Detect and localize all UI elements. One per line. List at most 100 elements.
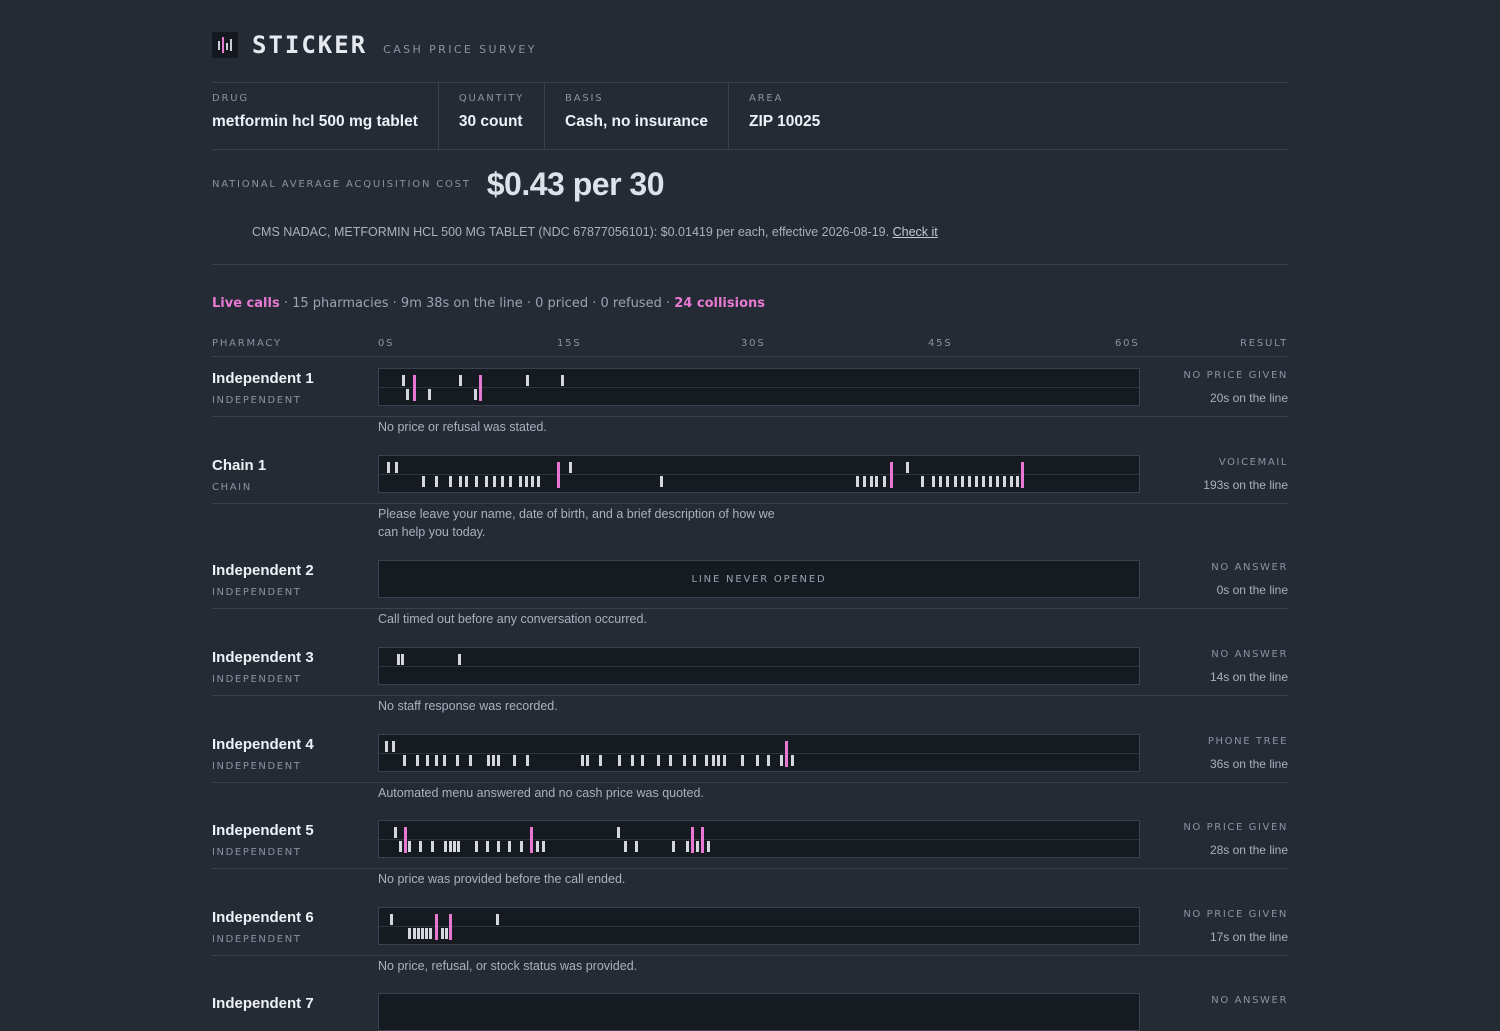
- speech-marker: [657, 755, 660, 766]
- pharmacy-name: Chain 1: [212, 457, 267, 474]
- speech-marker: [581, 755, 584, 766]
- speech-marker: [1003, 476, 1006, 487]
- speech-marker: [542, 841, 545, 852]
- call-timeline: [378, 647, 1140, 685]
- spec-area: AREA ZIP 10025: [729, 83, 840, 149]
- call-duration: 20s on the line: [1209, 391, 1288, 405]
- result-status: VOICEMAIL: [1218, 457, 1288, 468]
- tick-60s: 60S: [1115, 338, 1140, 349]
- pharmacy-name: Independent 7: [212, 995, 314, 1012]
- speech-marker: [982, 476, 985, 487]
- pharmacy-type: INDEPENDENT: [212, 587, 302, 598]
- speech-marker: [705, 755, 708, 766]
- call-note: Please leave your name, date of birth, a…: [378, 507, 775, 539]
- speech-marker: [996, 476, 999, 487]
- speech-marker: [435, 755, 438, 766]
- speech-marker: [497, 755, 500, 766]
- speech-marker: [921, 476, 924, 487]
- speech-marker: [531, 476, 534, 487]
- spec-quantity: QUANTITY 30 count: [439, 83, 546, 149]
- speech-marker: [422, 476, 425, 487]
- call-timeline: [378, 820, 1140, 858]
- speech-marker: [536, 841, 539, 852]
- collision-count: 24 collisions: [674, 296, 765, 311]
- spec-value: ZIP 10025: [749, 113, 821, 130]
- speech-marker: [631, 755, 634, 766]
- speech-marker: [501, 476, 504, 487]
- speech-marker: [520, 841, 523, 852]
- speech-marker: [696, 841, 699, 852]
- speech-marker: [586, 755, 589, 766]
- collision-marker: [435, 914, 438, 940]
- pharmacy-type: INDEPENDENT: [212, 395, 302, 406]
- call-timeline: [378, 455, 1140, 493]
- app-subtitle: CASH PRICE SURVEY: [383, 42, 537, 56]
- speech-marker: [526, 755, 529, 766]
- speech-marker: [741, 755, 744, 766]
- speech-marker: [475, 476, 478, 487]
- pharmacy-type: INDEPENDENT: [212, 847, 302, 858]
- speech-marker: [686, 841, 689, 852]
- spec-label: BASIS: [565, 93, 604, 104]
- speech-marker: [863, 476, 866, 487]
- spec-value: 30 count: [458, 113, 523, 130]
- speech-marker: [416, 755, 419, 766]
- pharmacy-name: Independent 1: [212, 370, 314, 387]
- collision-marker: [691, 827, 694, 853]
- speech-marker: [707, 841, 710, 852]
- result-status: NO PRICE GIVEN: [1183, 909, 1288, 920]
- speech-marker: [395, 462, 398, 473]
- col-result: RESULT: [1239, 338, 1288, 349]
- speech-marker: [401, 654, 404, 665]
- speech-marker: [435, 476, 438, 487]
- speech-marker: [426, 755, 429, 766]
- speech-marker: [431, 841, 434, 852]
- speech-marker: [474, 389, 477, 400]
- pharmacy-name: Independent 3: [212, 649, 314, 666]
- collision-marker: [890, 462, 893, 488]
- spec-value: Cash, no insurance: [565, 113, 709, 130]
- spec-basis: BASIS Cash, no insurance: [545, 83, 730, 149]
- speech-marker: [419, 841, 422, 852]
- call-note: Call timed out before any conversation o…: [378, 612, 647, 626]
- result-status: PHONE TREE: [1207, 736, 1288, 747]
- query-specs: DRUG metformin hcl 500 mg tablet QUANTIT…: [212, 82, 1288, 150]
- speech-marker: [403, 755, 406, 766]
- speech-marker: [618, 755, 621, 766]
- speech-marker: [756, 755, 759, 766]
- speech-marker: [617, 827, 620, 838]
- speech-marker: [599, 755, 602, 766]
- speech-marker: [537, 476, 540, 487]
- speech-marker: [485, 476, 488, 487]
- table-header: PHARMACY 0S 15S 30S 45S 60S RESULT: [212, 338, 1288, 357]
- call-timeline: [378, 734, 1140, 772]
- speech-marker: [954, 476, 957, 487]
- nadac-source-text: CMS NADAC, METFORMIN HCL 500 MG TABLET (…: [252, 225, 890, 239]
- speech-marker: [429, 928, 432, 939]
- pharmacy-type: INDEPENDENT: [212, 934, 302, 945]
- header: STICKER CASH PRICE SURVEY: [212, 30, 537, 60]
- speech-marker: [469, 755, 472, 766]
- speech-marker: [624, 841, 627, 852]
- pharmacy-name: Independent 2: [212, 562, 314, 579]
- call-note: Automated menu answered and no cash pric…: [378, 786, 704, 800]
- app-name: STICKER: [252, 31, 368, 59]
- speech-marker: [561, 375, 564, 386]
- check-it-link[interactable]: Check it: [893, 225, 938, 239]
- collision-marker: [557, 462, 560, 488]
- result-status: NO ANSWER: [1211, 562, 1288, 573]
- speech-marker: [387, 462, 390, 473]
- speech-marker: [791, 755, 794, 766]
- speech-marker: [449, 476, 452, 487]
- speech-marker: [385, 741, 388, 752]
- speech-marker: [641, 755, 644, 766]
- spec-label: QUANTITY: [458, 93, 525, 104]
- tick-30s: 30S: [741, 338, 766, 349]
- time-on-line: 9m 38s on the line: [400, 296, 523, 311]
- speech-marker: [932, 476, 935, 487]
- speech-marker: [939, 476, 942, 487]
- nadac-value: $0.43 per 30: [486, 166, 665, 202]
- collision-marker: [785, 741, 788, 767]
- col-pharmacy: PHARMACY: [212, 338, 282, 349]
- speech-marker: [693, 755, 696, 766]
